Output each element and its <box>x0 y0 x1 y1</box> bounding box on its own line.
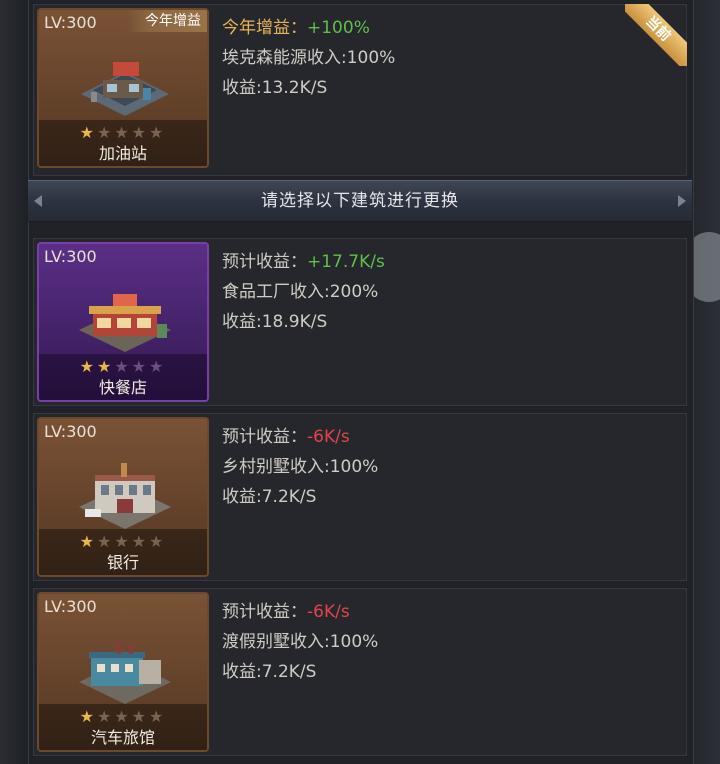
background-left-city <box>0 0 28 764</box>
building-name: 银行 <box>106 553 139 572</box>
selection-header-bar: 请选择以下建筑进行更换 <box>28 180 692 222</box>
yearly-bonus-tag: 今年增益 <box>127 10 207 32</box>
building-name: 汽车旅馆 <box>90 728 155 747</box>
income-rate-text: 收益:18.9K/S <box>222 312 328 332</box>
level-label: LV:300 <box>44 247 97 266</box>
income-rate-text: 收益:7.2K/S <box>222 487 317 507</box>
motel-icon <box>79 640 171 704</box>
level-label: LV:300 <box>44 422 97 441</box>
yearly-bonus-label: 今年增益： <box>222 18 307 38</box>
building-thumbnail: LV:300 ★★★★★ 汽车旅馆 <box>37 592 209 752</box>
expected-income-value: -6K/s <box>307 427 350 447</box>
building-option-card[interactable]: LV:300 ★★★★★ 汽车旅馆 预计收益：-6K/s 渡假别墅收入:100%… <box>33 588 687 756</box>
income-rate-text: 收益:7.2K/S <box>222 662 317 682</box>
right-arrow-icon <box>678 195 686 207</box>
bank-icon <box>79 463 171 529</box>
yearly-bonus-value: +100% <box>307 18 370 38</box>
expected-income-label: 预计收益： <box>222 252 307 272</box>
building-info: 预计收益：-6K/s 渡假别墅收入:100% 收益:7.2K/S <box>222 597 662 687</box>
fast-food-restaurant-icon <box>79 294 171 352</box>
building-thumbnail: LV:300 ★★★★★ 银行 <box>37 417 209 577</box>
building-info: 预计收益：-6K/s 乡村别墅收入:100% 收益:7.2K/S <box>222 422 662 512</box>
expected-income-label: 预计收益： <box>222 602 307 622</box>
expected-income-value: +17.7K/s <box>307 252 385 272</box>
building-name: 快餐店 <box>98 378 147 397</box>
selection-instruction: 请选择以下建筑进行更换 <box>261 191 459 211</box>
building-info: 预计收益：+17.7K/s 食品工厂收入:200% 收益:18.9K/S <box>222 247 662 337</box>
level-label: LV:300 <box>44 13 97 32</box>
income-bonus-text: 乡村别墅收入:100% <box>222 457 379 477</box>
building-option-card[interactable]: LV:300 ★★★★★ 银行 预计收益：-6K/s 乡村别墅收入:100% 收… <box>33 413 687 581</box>
income-rate-text: 收益:13.2K/S <box>222 78 328 98</box>
building-option-card[interactable]: LV:300 ★★★★★ 快餐店 预计收益：+17.7K/s 食品工厂收入:20… <box>33 238 687 406</box>
current-building-card: LV:300 今年增益 ★★★★★ 加油站 今年增益：+100% 埃克森能源收入… <box>33 4 687 176</box>
level-label: LV:300 <box>44 597 97 616</box>
expected-income-value: -6K/s <box>307 602 350 622</box>
income-bonus-text: 食品工厂收入:200% <box>222 282 379 302</box>
gas-station-icon <box>81 62 169 116</box>
expected-income-label: 预计收益： <box>222 427 307 447</box>
building-thumbnail: LV:300 今年增益 ★★★★★ 加油站 <box>37 8 209 168</box>
current-corner-badge: 当前 <box>625 4 687 66</box>
building-name: 加油站 <box>98 144 147 163</box>
building-info: 今年增益：+100% 埃克森能源收入:100% 收益:13.2K/S <box>222 13 662 103</box>
building-thumbnail: LV:300 ★★★★★ 快餐店 <box>37 242 209 402</box>
income-bonus-text: 埃克森能源收入:100% <box>222 48 396 68</box>
income-bonus-text: 渡假别墅收入:100% <box>222 632 379 652</box>
